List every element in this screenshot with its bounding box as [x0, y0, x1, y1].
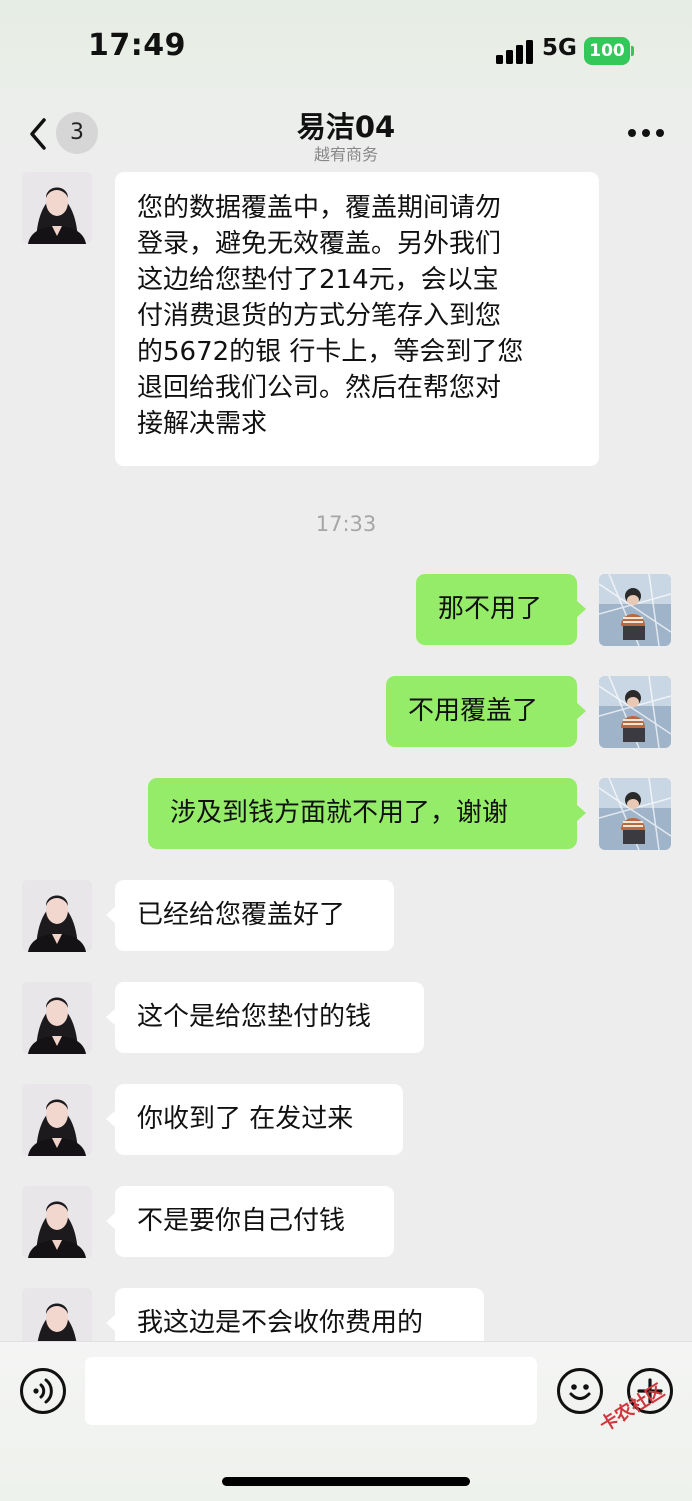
message-text: 涉及到钱方面就不用了，谢谢	[170, 798, 509, 828]
contact-avatar[interactable]	[22, 172, 92, 244]
voice-waves	[33, 1378, 53, 1404]
message-text: 已经给您覆盖好了	[137, 900, 346, 930]
message-bubble-outgoing[interactable]: 不用覆盖了	[386, 676, 586, 747]
chat-title: 易洁04	[296, 110, 396, 144]
message-bubble-incoming[interactable]: 已经给您覆盖好了	[106, 880, 394, 951]
battery-level: 100	[589, 41, 625, 61]
contact-avatar[interactable]	[22, 982, 92, 1054]
emoji-face	[569, 1384, 591, 1400]
emoji-icon[interactable]	[557, 1368, 603, 1414]
network-type: 5G	[542, 35, 577, 61]
message-bubble-incoming[interactable]: 这个是给您垫付的钱	[106, 982, 424, 1053]
cellular-signal-icon	[496, 40, 534, 64]
message-line: 登录，避免无效覆盖。另外我们	[137, 229, 502, 259]
my-avatar[interactable]	[599, 676, 671, 748]
status-time: 17:49	[88, 28, 186, 63]
message-line: 您的数据覆盖中，覆盖期间请勿	[137, 193, 502, 223]
message-line: 付消费退货的方式分笔存入到您	[137, 301, 502, 331]
message-text: 不是要你自己付钱	[137, 1206, 346, 1236]
message-line: 这边给您垫付了214元，会以宝	[137, 265, 499, 295]
battery-tip	[631, 46, 634, 56]
home-indicator[interactable]	[222, 1477, 470, 1486]
message-bubble-incoming[interactable]: 你收到了 在发过来	[106, 1084, 403, 1155]
message-bubble-incoming[interactable]: 不是要你自己付钱	[106, 1186, 394, 1257]
voice-icon[interactable]	[20, 1368, 66, 1414]
chat-subtitle: 越宥商务	[313, 145, 378, 164]
contact-avatar[interactable]	[22, 1084, 92, 1156]
my-avatar[interactable]	[599, 574, 671, 646]
message-input[interactable]	[85, 1357, 537, 1425]
battery-icon: 100	[584, 37, 630, 65]
my-avatar[interactable]	[599, 778, 671, 850]
message-timestamp: 17:33	[315, 512, 377, 536]
message-bubble-outgoing[interactable]: 那不用了	[416, 574, 586, 645]
contact-avatar[interactable]	[22, 1186, 92, 1258]
contact-avatar[interactable]	[22, 880, 92, 952]
message-line: 退回给我们公司。然后在帮您对	[137, 373, 502, 403]
message-bubble-outgoing[interactable]: 涉及到钱方面就不用了，谢谢	[148, 778, 586, 849]
message-text: 我这边是不会收你费用的	[137, 1308, 424, 1338]
message-text: 那不用了	[438, 594, 543, 624]
more-dots-icon[interactable]	[620, 122, 668, 144]
message-text: 你收到了 在发过来	[137, 1104, 354, 1134]
message-text: 这个是给您垫付的钱	[137, 1002, 372, 1032]
message-line: 接解决需求	[137, 409, 268, 439]
message-bubble-incoming[interactable]: 您的数据覆盖中，覆盖期间请勿 登录，避免无效覆盖。另外我们 这边给您垫付了214…	[115, 172, 599, 466]
message-text: 不用覆盖了	[408, 696, 539, 726]
message-line: 的5672的银 行卡上，等会到了您	[137, 337, 524, 367]
